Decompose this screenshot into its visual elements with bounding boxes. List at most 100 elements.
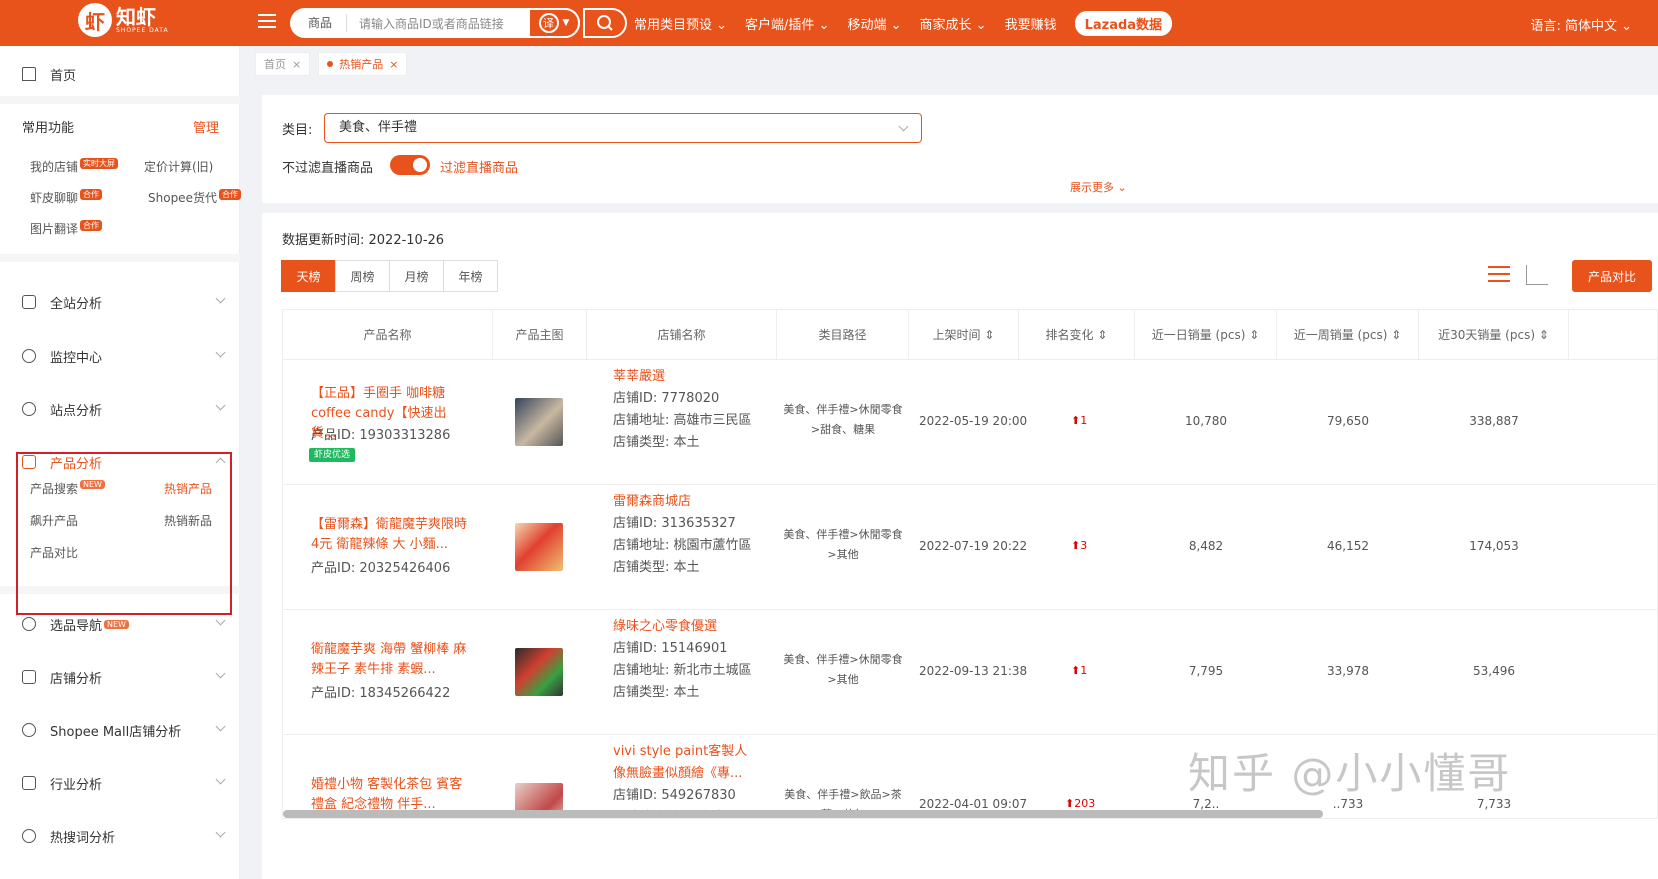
sales-month: 338,887	[1469, 414, 1519, 428]
logo-subtitle: SHOPEE DATA	[116, 26, 169, 34]
sidebar-item-station-analysis[interactable]: 站点分析	[0, 389, 240, 429]
sidebar-item-site-analysis[interactable]: 全站分析	[0, 282, 240, 322]
translate-button[interactable]: 译 ▼	[528, 8, 580, 38]
home-icon	[22, 67, 36, 81]
lazada-data-button[interactable]: Lazada数据	[1074, 10, 1173, 36]
col-sales-day[interactable]: 近一日销量 (pcs) ⇕	[1135, 310, 1277, 360]
shortcut-pricing-calc[interactable]: 定价计算(旧)	[144, 158, 213, 175]
category-path: 美食、伴手禮>休閒零食>其他	[783, 528, 903, 561]
rank-change: ⬆1	[1071, 414, 1088, 427]
shortcut-my-shop[interactable]: 我的店铺 实时大屏	[30, 158, 119, 175]
rank-month-button[interactable]: 月榜	[389, 260, 444, 292]
horizontal-scrollbar[interactable]	[283, 810, 1323, 818]
sidebar-item-home[interactable]: 首页	[0, 54, 240, 94]
shop-address: 店铺地址: 桃園市蘆竹區	[613, 538, 752, 553]
sidebar-item-hot-keywords[interactable]: 热搜词分析	[0, 816, 240, 856]
col-sales-month[interactable]: 近30天销量 (pcs) ⇕	[1419, 310, 1569, 360]
nav-earn[interactable]: 我要赚钱	[1005, 14, 1057, 33]
shop-id: 店铺ID: 313635327	[613, 516, 736, 531]
monitor-icon	[22, 349, 36, 363]
live-filter-on-label: 过滤直播商品	[440, 161, 519, 176]
category-path: 美食、伴手禮>休閒零食>其他	[783, 653, 903, 686]
col-product-name[interactable]: 产品名称	[283, 310, 493, 360]
shop-name-link[interactable]: vivi style paint客製人像無臉畫似顏繪《專...	[613, 741, 759, 785]
search-button[interactable]	[583, 8, 627, 38]
product-id: 产品ID: 19303313286	[311, 428, 451, 443]
product-compare-button[interactable]: 产品对比	[1572, 260, 1652, 292]
category-select[interactable]: 美食、伴手禮	[324, 113, 922, 143]
chevron-down-icon	[215, 615, 226, 626]
common-functions-title: 常用功能	[22, 121, 75, 136]
product-thumbnail[interactable]	[515, 523, 563, 571]
shortcut-image-translate[interactable]: 图片翻译 合作	[30, 220, 103, 237]
nav-category-preset[interactable]: 常用类目预设 ⌄	[634, 14, 727, 33]
shop-name-link[interactable]: 綠味之心零食優選	[613, 616, 759, 638]
rank-week-button[interactable]: 周榜	[335, 260, 390, 292]
sales-week: 46,152	[1327, 539, 1369, 553]
sidebar-item-mall-analysis[interactable]: Shopee Mall店铺分析	[0, 710, 240, 750]
page-tabs: 首页 × 热销产品 ×	[255, 52, 408, 78]
col-sales-week[interactable]: 近一周销量 (pcs) ⇕	[1277, 310, 1419, 360]
compass-icon	[22, 617, 36, 631]
category-path: 美食、伴手禮>休閒零食>甜食、糖果	[783, 403, 903, 436]
sidebar-item-shop-analysis[interactable]: 店铺分析	[0, 657, 240, 697]
table-header: 产品名称 产品主图 店铺名称 类目路径 上架时间 ⇕ 排名变化 ⇕ 近一日销量 …	[283, 310, 1657, 360]
close-icon[interactable]: ×	[292, 58, 301, 71]
listing-time: 2022-04-01 09:07	[919, 797, 1028, 811]
product-name-link[interactable]: 衛龍魔芋爽 海帶 蟹柳棒 麻辣王子 素牛排 素蝦...	[311, 640, 469, 680]
tab-hot-products[interactable]: 热销产品 ×	[318, 52, 408, 76]
sales-week: 79,650	[1327, 414, 1369, 428]
nav-mobile[interactable]: 移动端 ⌄	[847, 14, 901, 33]
logo[interactable]: 虾 知虾 SHOPEE DATA	[78, 3, 169, 37]
search-icon	[597, 15, 613, 31]
product-thumbnail[interactable]	[515, 398, 563, 446]
sidebar-item-industry-analysis[interactable]: 行业分析	[0, 763, 240, 803]
rank-year-button[interactable]: 年榜	[443, 260, 498, 292]
listing-time: 2022-07-19 20:22	[919, 539, 1028, 553]
nav-merchant-growth[interactable]: 商家成长 ⌄	[920, 14, 987, 33]
table-row[interactable]: 衛龍魔芋爽 海帶 蟹柳棒 麻辣王子 素牛排 素蝦... 产品ID: 183452…	[283, 610, 1657, 735]
table-row[interactable]: 【雷爾森】衛龍魔芋爽限時4元 衛龍辣條 大 小麵... 产品ID: 203254…	[283, 485, 1657, 610]
shortcut-shopee-forwarder[interactable]: Shopee货代 合作	[148, 189, 241, 206]
shop-icon	[22, 670, 36, 684]
shop-name-link[interactable]: 莘莘嚴選	[613, 366, 759, 388]
product-id: 产品ID: 18345266422	[311, 686, 451, 701]
product-name-link[interactable]: 婚禮小物 客製化茶包 賓客禮盒 紀念禮物 伴手...	[311, 775, 469, 815]
sidebar-item-monitor[interactable]: 监控中心	[0, 336, 240, 376]
search-category-select[interactable]: 商品	[290, 14, 348, 32]
logo-icon: 虾	[78, 3, 112, 37]
live-filter-toggle[interactable]	[390, 155, 430, 175]
rank-day-button[interactable]: 天榜	[281, 260, 336, 292]
col-rank-change[interactable]: 排名变化 ⇕	[1019, 310, 1135, 360]
update-time: 数据更新时间: 2022-10-26	[282, 233, 445, 248]
table-row[interactable]: 【正品】手圈手 咖啡糖 coffee candy【快速出貨... 产品ID: 1…	[283, 360, 1657, 485]
shop-id: 店铺ID: 15146901	[613, 641, 728, 656]
col-listing-time[interactable]: 上架时间 ⇕	[909, 310, 1019, 360]
shop-address: 店铺地址: 高雄市三民區	[613, 413, 752, 428]
tab-home[interactable]: 首页 ×	[255, 52, 311, 76]
product-thumbnail[interactable]	[515, 648, 563, 696]
product-name-link[interactable]: 【雷爾森】衛龍魔芋爽限時4元 衛龍辣條 大 小麵...	[311, 515, 469, 555]
col-product-image: 产品主图	[493, 310, 587, 360]
menu-toggle-icon[interactable]	[258, 14, 276, 30]
listing-time: 2022-05-19 20:00	[919, 414, 1028, 428]
language-select[interactable]: 语言: 简体中文 ⌄	[1530, 15, 1632, 34]
rank-period-group: 天榜 周榜 月榜 年榜	[281, 260, 498, 292]
chart-view-icon[interactable]	[1526, 265, 1548, 285]
chevron-down-icon: ▼	[562, 18, 570, 28]
shortcut-shopee-chat[interactable]: 虾皮聊聊 合作	[30, 189, 103, 206]
list-view-icon[interactable]	[1488, 266, 1510, 284]
hot-icon	[22, 829, 36, 843]
manage-link[interactable]: 管理	[193, 117, 219, 136]
show-more-link[interactable]: 展示更多 ⌄	[1070, 179, 1127, 195]
globe-icon	[22, 402, 36, 416]
chevron-down-icon	[215, 293, 226, 304]
col-category-path: 类目路径	[777, 310, 909, 360]
shop-name-link[interactable]: 雷爾森商城店	[613, 491, 759, 513]
shop-type: 店铺类型: 本土	[613, 685, 700, 700]
chevron-down-icon	[215, 774, 226, 785]
nav-client-plugin[interactable]: 客户端/插件 ⌄	[745, 14, 829, 33]
close-icon[interactable]: ×	[389, 58, 398, 71]
product-id: 产品ID: 20325426406	[311, 561, 451, 576]
top-bar: 虾 知虾 SHOPEE DATA 商品 请输入商品ID或者商品链接 译 ▼ 常用…	[0, 0, 1658, 46]
